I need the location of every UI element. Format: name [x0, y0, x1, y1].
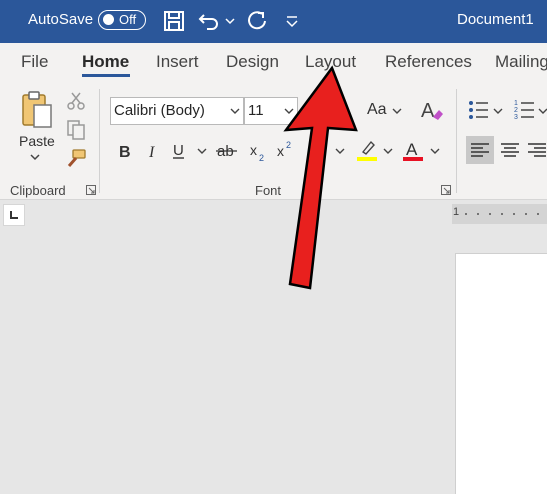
group-separator	[99, 89, 100, 193]
ruler-ticks	[465, 213, 539, 215]
svg-text:B: B	[119, 144, 131, 159]
save-icon[interactable]	[162, 9, 186, 33]
numbering-icon[interactable]: 1 2 3	[514, 97, 538, 121]
toggle-knob	[103, 14, 114, 25]
svg-text:A: A	[406, 140, 418, 159]
autosave-label: AutoSave	[28, 11, 94, 28]
bold-icon[interactable]: B	[118, 143, 132, 159]
tab-home[interactable]: Home	[82, 52, 129, 72]
svg-text:I: I	[148, 144, 155, 159]
svg-text:U: U	[173, 142, 184, 159]
tab-layout[interactable]: Layout	[305, 52, 356, 72]
align-left-icon	[471, 143, 489, 157]
ribbon: Paste Clipboard Calibri (Body) 11 Aa A B…	[0, 85, 547, 200]
customize-toolbar-icon[interactable]	[284, 9, 300, 33]
undo-icon[interactable]	[197, 9, 221, 33]
align-left-button[interactable]	[466, 136, 494, 164]
font-name-value: Calibri (Body)	[114, 102, 205, 119]
font-group-label: Font	[255, 183, 282, 198]
font-size-combo[interactable]: 11	[244, 97, 298, 125]
bullets-icon[interactable]	[468, 99, 492, 121]
underline-dropdown-icon[interactable]	[197, 147, 207, 155]
numbering-dropdown-icon[interactable]	[538, 107, 547, 115]
highlight-color-icon[interactable]	[356, 138, 378, 162]
copy-icon[interactable]	[66, 119, 86, 141]
paste-icon[interactable]	[20, 90, 54, 130]
highlight-dropdown-icon[interactable]	[383, 147, 393, 155]
font-size-dropdown-icon[interactable]	[284, 104, 294, 118]
tab-file[interactable]: File	[21, 52, 48, 72]
align-center-icon[interactable]	[497, 136, 523, 164]
italic-icon[interactable]: I	[147, 143, 159, 159]
font-color-dropdown-icon[interactable]	[430, 147, 440, 155]
bullets-dropdown-icon[interactable]	[493, 107, 503, 115]
subscript-icon[interactable]: x 2	[249, 142, 267, 162]
text-effects-dropdown-icon[interactable]	[335, 147, 345, 155]
undo-dropdown-icon[interactable]	[224, 9, 236, 33]
align-right-icon[interactable]	[524, 136, 547, 164]
tab-selector[interactable]	[3, 204, 25, 226]
document-page[interactable]	[455, 253, 547, 494]
ribbon-tabs: File Home Insert Design Layout Reference…	[0, 43, 547, 85]
superscript-icon[interactable]: x 2	[276, 140, 294, 160]
ruler-number: 1	[453, 206, 460, 218]
svg-text:2: 2	[286, 140, 291, 150]
tab-insert[interactable]: Insert	[156, 52, 199, 72]
tab-mailings[interactable]: Mailing	[495, 52, 547, 72]
svg-text:A: A	[421, 100, 435, 122]
strikethrough-icon[interactable]: ab	[216, 143, 238, 159]
svg-text:x: x	[250, 142, 257, 158]
title-bar: AutoSave Off Document1	[0, 0, 547, 43]
left-tab-icon	[10, 211, 18, 219]
toggle-state-label: Off	[119, 12, 137, 27]
tab-references[interactable]: References	[385, 52, 472, 72]
svg-text:1: 1	[514, 100, 518, 107]
change-case-button[interactable]: Aa	[367, 101, 387, 119]
font-name-dropdown-icon[interactable]	[230, 104, 240, 118]
paste-dropdown-icon[interactable]	[29, 153, 41, 161]
tab-design[interactable]: Design	[226, 52, 279, 72]
font-name-combo[interactable]: Calibri (Body)	[110, 97, 244, 125]
clipboard-launcher-icon[interactable]	[86, 185, 96, 195]
format-painter-icon[interactable]	[65, 148, 87, 170]
svg-text:A: A	[310, 142, 323, 163]
paste-button[interactable]: Paste	[19, 133, 55, 149]
svg-text:2: 2	[259, 153, 264, 162]
font-color-icon[interactable]: A	[402, 138, 424, 162]
document-title: Document1	[457, 11, 534, 28]
text-effects-icon[interactable]: A	[308, 139, 330, 163]
font-launcher-icon[interactable]	[441, 185, 451, 195]
clear-formatting-icon[interactable]: A	[419, 97, 445, 123]
autosave-toggle[interactable]: Off	[98, 10, 146, 30]
font-size-value: 11	[248, 102, 264, 119]
underline-icon[interactable]: U	[172, 142, 186, 160]
clipboard-group-label: Clipboard	[10, 183, 66, 198]
svg-text:3: 3	[514, 114, 518, 121]
redo-icon[interactable]	[245, 9, 269, 33]
svg-text:2: 2	[514, 107, 518, 114]
horizontal-ruler[interactable]: 1	[452, 204, 547, 224]
group-separator	[456, 89, 457, 193]
cut-icon[interactable]	[67, 91, 85, 111]
change-case-dropdown-icon[interactable]	[392, 107, 402, 115]
svg-text:x: x	[277, 143, 284, 159]
active-tab-indicator	[82, 74, 130, 77]
